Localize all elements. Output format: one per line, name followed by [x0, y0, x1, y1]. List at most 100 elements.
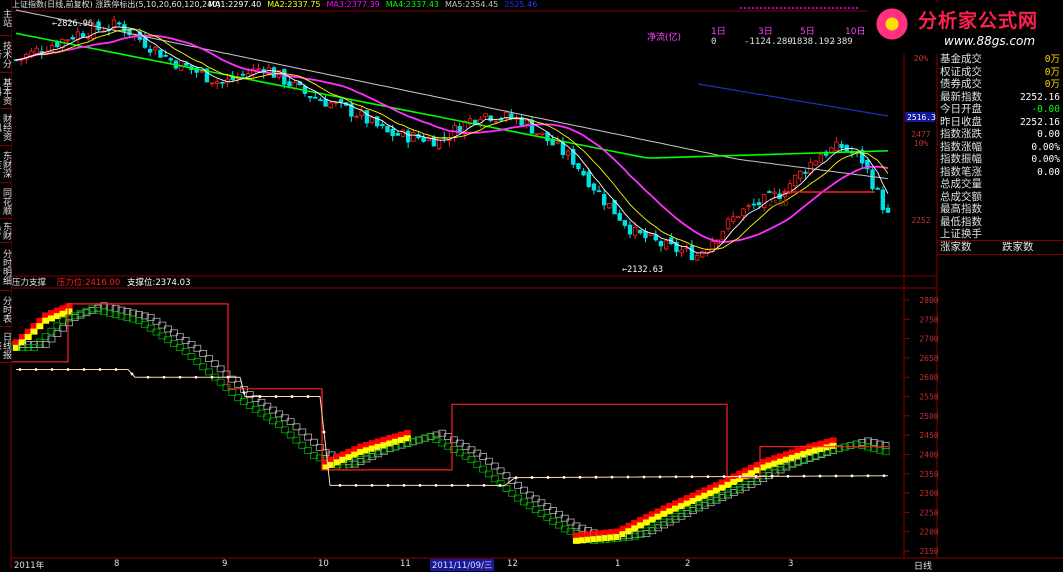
- info-row: 总成交量: [940, 178, 1062, 191]
- period-label[interactable]: 日线: [914, 559, 932, 572]
- info-label: 最低指数: [940, 215, 982, 228]
- support-dot: [338, 483, 342, 487]
- net-flow-value: -389: [831, 37, 853, 47]
- support-dot: [802, 474, 806, 478]
- info-label: 指数涨跌: [940, 128, 982, 140]
- indicator-title-row: 压力支撑 压力位:2416.00 支撑位:2374.03: [12, 278, 190, 288]
- candle-body: [122, 24, 127, 33]
- candle-body: [318, 99, 323, 102]
- support-dot: [114, 368, 118, 371]
- support-dot: [482, 483, 486, 487]
- support-dot: [578, 475, 582, 479]
- support-dot: [498, 483, 502, 487]
- fall-count-label: 跌家数: [1002, 241, 1034, 253]
- info-label: 指数振幅: [940, 153, 982, 165]
- info-row: 最高指数: [940, 203, 1062, 216]
- candle-body: [385, 125, 390, 133]
- timeline-tick: 12: [507, 559, 518, 569]
- info-value: 0.00%: [1031, 154, 1060, 165]
- left-tab-0[interactable]: 主站: [0, 0, 11, 36]
- price-tick: 2350: [919, 470, 938, 479]
- support-dot: [66, 368, 70, 371]
- info-label: 最高指数: [940, 203, 982, 215]
- info-label: 昨日收盘: [940, 115, 982, 128]
- support-dot: [354, 483, 358, 487]
- ma250-line: [697, 83, 889, 117]
- current-price-value: 2516.3: [907, 113, 936, 122]
- bottom-price-axis: 2800 2750 2700 2650 2600 2550 2500 2450 2400 2350…: [904, 296, 939, 556]
- info-value: 0万: [1044, 66, 1060, 78]
- support-value: 2374.03: [155, 278, 191, 288]
- info-row: 今日开盘 -0.00: [940, 103, 1062, 116]
- candle-body: [184, 62, 189, 66]
- price-tick: 2150: [919, 547, 938, 556]
- logo-text: 分析家公式网: [918, 10, 1039, 32]
- chart-stage[interactable]: 20% 2477 10% 2252 2800 2750 2700 2650 2600 2550 2…: [0, 0, 1063, 572]
- indicator-name: 压力支撑: [12, 278, 47, 288]
- rise-block-yellow: [24, 333, 32, 340]
- support-dot: [642, 475, 646, 479]
- candle-body: [658, 241, 664, 247]
- left-tab-4[interactable]: 东财深度: [0, 147, 11, 183]
- candle-body: [473, 119, 478, 124]
- left-tab-1[interactable]: 技术分析: [0, 37, 11, 73]
- candle-body: [803, 171, 808, 174]
- info-label: 债券成交: [940, 78, 982, 90]
- candle-body: [565, 150, 571, 156]
- candle-body: [80, 33, 86, 38]
- ma-legend-item: MA2:2337.75: [267, 0, 321, 9]
- pressure-step-line: [12, 303, 888, 479]
- support-dot: [882, 474, 886, 478]
- support-dot: [786, 474, 790, 478]
- candle-body: [493, 120, 499, 123]
- candle-body: [602, 194, 607, 206]
- price-tick: 2477: [911, 130, 930, 139]
- info-row: 债券成交 0万: [940, 78, 1062, 91]
- candle-body: [885, 207, 891, 213]
- price-tick: 2450: [919, 431, 938, 440]
- rise-block: [829, 437, 837, 444]
- info-value: 2252.16: [1019, 91, 1060, 103]
- candle-body: [591, 183, 597, 191]
- cursor-date-label: 2011/11/09/三: [430, 559, 495, 571]
- left-tab-2[interactable]: 基本资料: [0, 74, 11, 109]
- candle-body: [153, 46, 158, 51]
- left-tab-9[interactable]: 日线报表: [0, 328, 11, 363]
- support-dot: [194, 375, 198, 379]
- support-dot: [466, 483, 470, 487]
- price-tick: 2550: [919, 393, 938, 402]
- support-dot: [674, 475, 678, 479]
- support-dot: [370, 483, 374, 487]
- left-tab-8[interactable]: 分时表: [0, 292, 11, 327]
- support-dot: [850, 474, 854, 478]
- candle-body: [818, 154, 824, 163]
- candle-body: [756, 202, 762, 206]
- candle-body: [627, 224, 633, 235]
- left-tab-5[interactable]: 同花顺: [0, 184, 11, 219]
- info-value: -0.00: [1031, 104, 1060, 115]
- candle-body: [540, 132, 545, 135]
- candle-body: [390, 128, 395, 137]
- candle-body: [725, 218, 731, 229]
- left-tab-7[interactable]: 分时明细: [0, 244, 11, 291]
- candle-body: [834, 141, 839, 151]
- net-flow-header: 1日: [711, 27, 726, 37]
- candle-body: [607, 203, 612, 209]
- price-tick: 2750: [919, 315, 938, 324]
- left-tab-3[interactable]: 财经资讯: [0, 110, 11, 146]
- top-price-axis: 20% 247710% 2252: [911, 54, 930, 225]
- support-dot: [866, 474, 870, 478]
- left-tab-6[interactable]: 东财F1: [0, 220, 11, 243]
- candle-body: [421, 137, 426, 142]
- support-dot: [418, 483, 422, 487]
- rise-block: [403, 429, 411, 436]
- pressure-label: 压力位:: [56, 278, 86, 288]
- ma-legend-item: MA1:2297.40: [208, 0, 262, 9]
- info-row: 昨日收盘 2252.16: [940, 116, 1062, 129]
- rise-fall-header: 涨家数 跌家数: [938, 240, 1063, 255]
- info-value: 0万: [1044, 54, 1060, 65]
- candle-body: [689, 245, 695, 261]
- candle-body: [586, 171, 591, 188]
- candle-body: [147, 49, 153, 53]
- ma-legend-item: MA5:2354.45: [445, 0, 499, 9]
